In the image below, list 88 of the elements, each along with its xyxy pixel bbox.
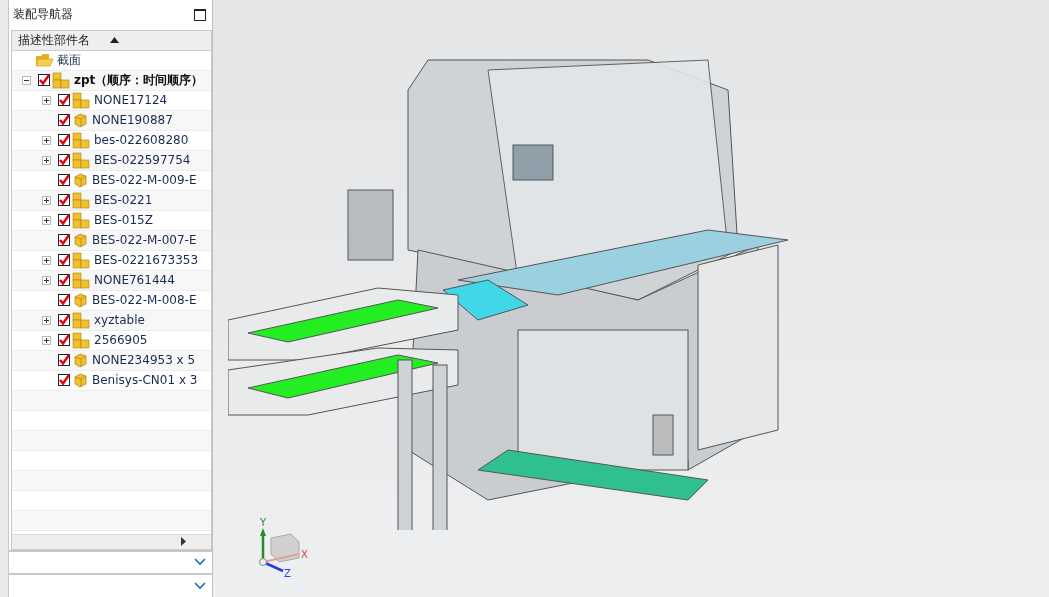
tree-row[interactable]: NONE17124 xyxy=(12,90,211,111)
part-name: 截面 xyxy=(57,51,81,69)
tree-row[interactable]: 截面 xyxy=(12,50,211,71)
cube-icon xyxy=(72,292,88,309)
collapse-icon[interactable] xyxy=(22,75,33,85)
expand-icon[interactable] xyxy=(42,215,53,225)
part-name: NONE190887 xyxy=(92,113,173,128)
part-name: BES-022597754 xyxy=(94,153,191,168)
part-name: bes-022608280 xyxy=(94,133,189,148)
cubes-icon xyxy=(52,71,70,89)
tree-row[interactable]: NONE234953 x 5 xyxy=(12,350,211,371)
column-header[interactable]: 描述性部件名 xyxy=(12,30,211,51)
expand-icon[interactable] xyxy=(42,335,53,345)
tree-row[interactable]: BES-022-M-007-E xyxy=(12,230,211,251)
part-name: Benisys-CN01 x 3 xyxy=(92,373,198,388)
expand-icon[interactable] xyxy=(42,195,53,205)
cubes-icon xyxy=(72,131,90,149)
cubes-icon xyxy=(72,191,90,209)
tree-row[interactable]: NONE761444 xyxy=(12,270,211,291)
part-name: NONE761444 xyxy=(94,273,175,288)
cube-icon xyxy=(72,372,88,389)
checkbox[interactable] xyxy=(58,334,70,347)
tree-row[interactable]: NONE190887 xyxy=(12,110,211,131)
chevron-down-icon[interactable] xyxy=(194,558,206,567)
cubes-icon xyxy=(72,331,90,349)
cube-icon xyxy=(72,352,88,369)
tree-row[interactable]: Benisys-CN01 x 3 xyxy=(12,370,211,391)
checkbox[interactable] xyxy=(58,194,70,207)
maximize-icon[interactable] xyxy=(194,8,206,21)
tree-row[interactable]: BES-022-M-009-E xyxy=(12,170,211,191)
checkbox[interactable] xyxy=(58,254,70,267)
part-name: BES-0221673353 xyxy=(94,253,199,268)
part-name: BES-022-M-008-E xyxy=(92,293,197,308)
cubes-icon xyxy=(72,251,90,269)
cubes-icon xyxy=(72,271,90,289)
axis-label: Z xyxy=(284,568,291,578)
tree-row[interactable]: BES-022-M-008-E xyxy=(12,290,211,311)
checkbox[interactable] xyxy=(58,214,70,227)
part-name: NONE234953 x 5 xyxy=(92,353,196,368)
checkbox[interactable] xyxy=(58,354,70,367)
axis-label: Y xyxy=(260,518,267,528)
cubes-icon xyxy=(72,91,90,109)
expand-icon[interactable] xyxy=(42,135,53,145)
checkbox[interactable] xyxy=(58,314,70,327)
part-name: zpt（顺序：时间顺序） xyxy=(74,71,204,89)
expand-icon[interactable] xyxy=(42,275,53,285)
tree-row[interactable]: BES-022597754 xyxy=(12,150,211,171)
cube-icon xyxy=(72,172,88,189)
part-name: xyztable xyxy=(94,313,145,328)
tree-row[interactable]: BES-015Z xyxy=(12,210,211,231)
part-name: BES-022-M-009-E xyxy=(92,173,197,188)
part-name: BES-0221 xyxy=(94,193,153,208)
scroll-right-icon[interactable] xyxy=(181,537,187,547)
expand-icon[interactable] xyxy=(42,315,53,325)
horizontal-scrollbar[interactable] xyxy=(12,533,211,549)
part-name: 2566905 xyxy=(94,333,148,348)
expand-icon[interactable] xyxy=(42,95,53,105)
cubes-icon xyxy=(72,311,90,329)
expand-icon[interactable] xyxy=(42,155,53,165)
tree-row[interactable]: 2566905 xyxy=(12,330,211,351)
checkbox[interactable] xyxy=(58,234,70,247)
cubes-icon xyxy=(72,151,90,169)
part-name: BES-015Z xyxy=(94,213,153,228)
tree-row[interactable]: bes-022608280 xyxy=(12,130,211,151)
checkbox[interactable] xyxy=(58,174,70,187)
checkbox[interactable] xyxy=(38,74,50,87)
tree-row[interactable]: BES-0221673353 xyxy=(12,250,211,271)
chevron-down-icon[interactable] xyxy=(194,582,206,591)
panel-title: 装配导航器 xyxy=(13,6,73,24)
checkbox[interactable] xyxy=(58,114,70,127)
checkbox[interactable] xyxy=(58,94,70,107)
part-name: BES-022-M-007-E xyxy=(92,233,197,248)
folder-icon xyxy=(35,53,53,68)
checkbox[interactable] xyxy=(58,134,70,147)
cubes-icon xyxy=(72,211,90,229)
part-name: NONE17124 xyxy=(94,93,168,108)
axis-label: X xyxy=(301,549,308,560)
expand-icon[interactable] xyxy=(42,255,53,265)
cube-icon xyxy=(72,112,88,129)
checkbox[interactable] xyxy=(58,154,70,167)
cube-icon xyxy=(72,232,88,249)
checkbox[interactable] xyxy=(58,294,70,307)
tree-row[interactable]: BES-0221 xyxy=(12,190,211,211)
tree-row[interactable]: zpt（顺序：时间顺序） xyxy=(12,70,211,91)
checkbox[interactable] xyxy=(58,274,70,287)
checkbox[interactable] xyxy=(58,374,70,387)
tree-row[interactable]: xyztable xyxy=(12,310,211,331)
sort-ascending-icon xyxy=(110,37,119,44)
